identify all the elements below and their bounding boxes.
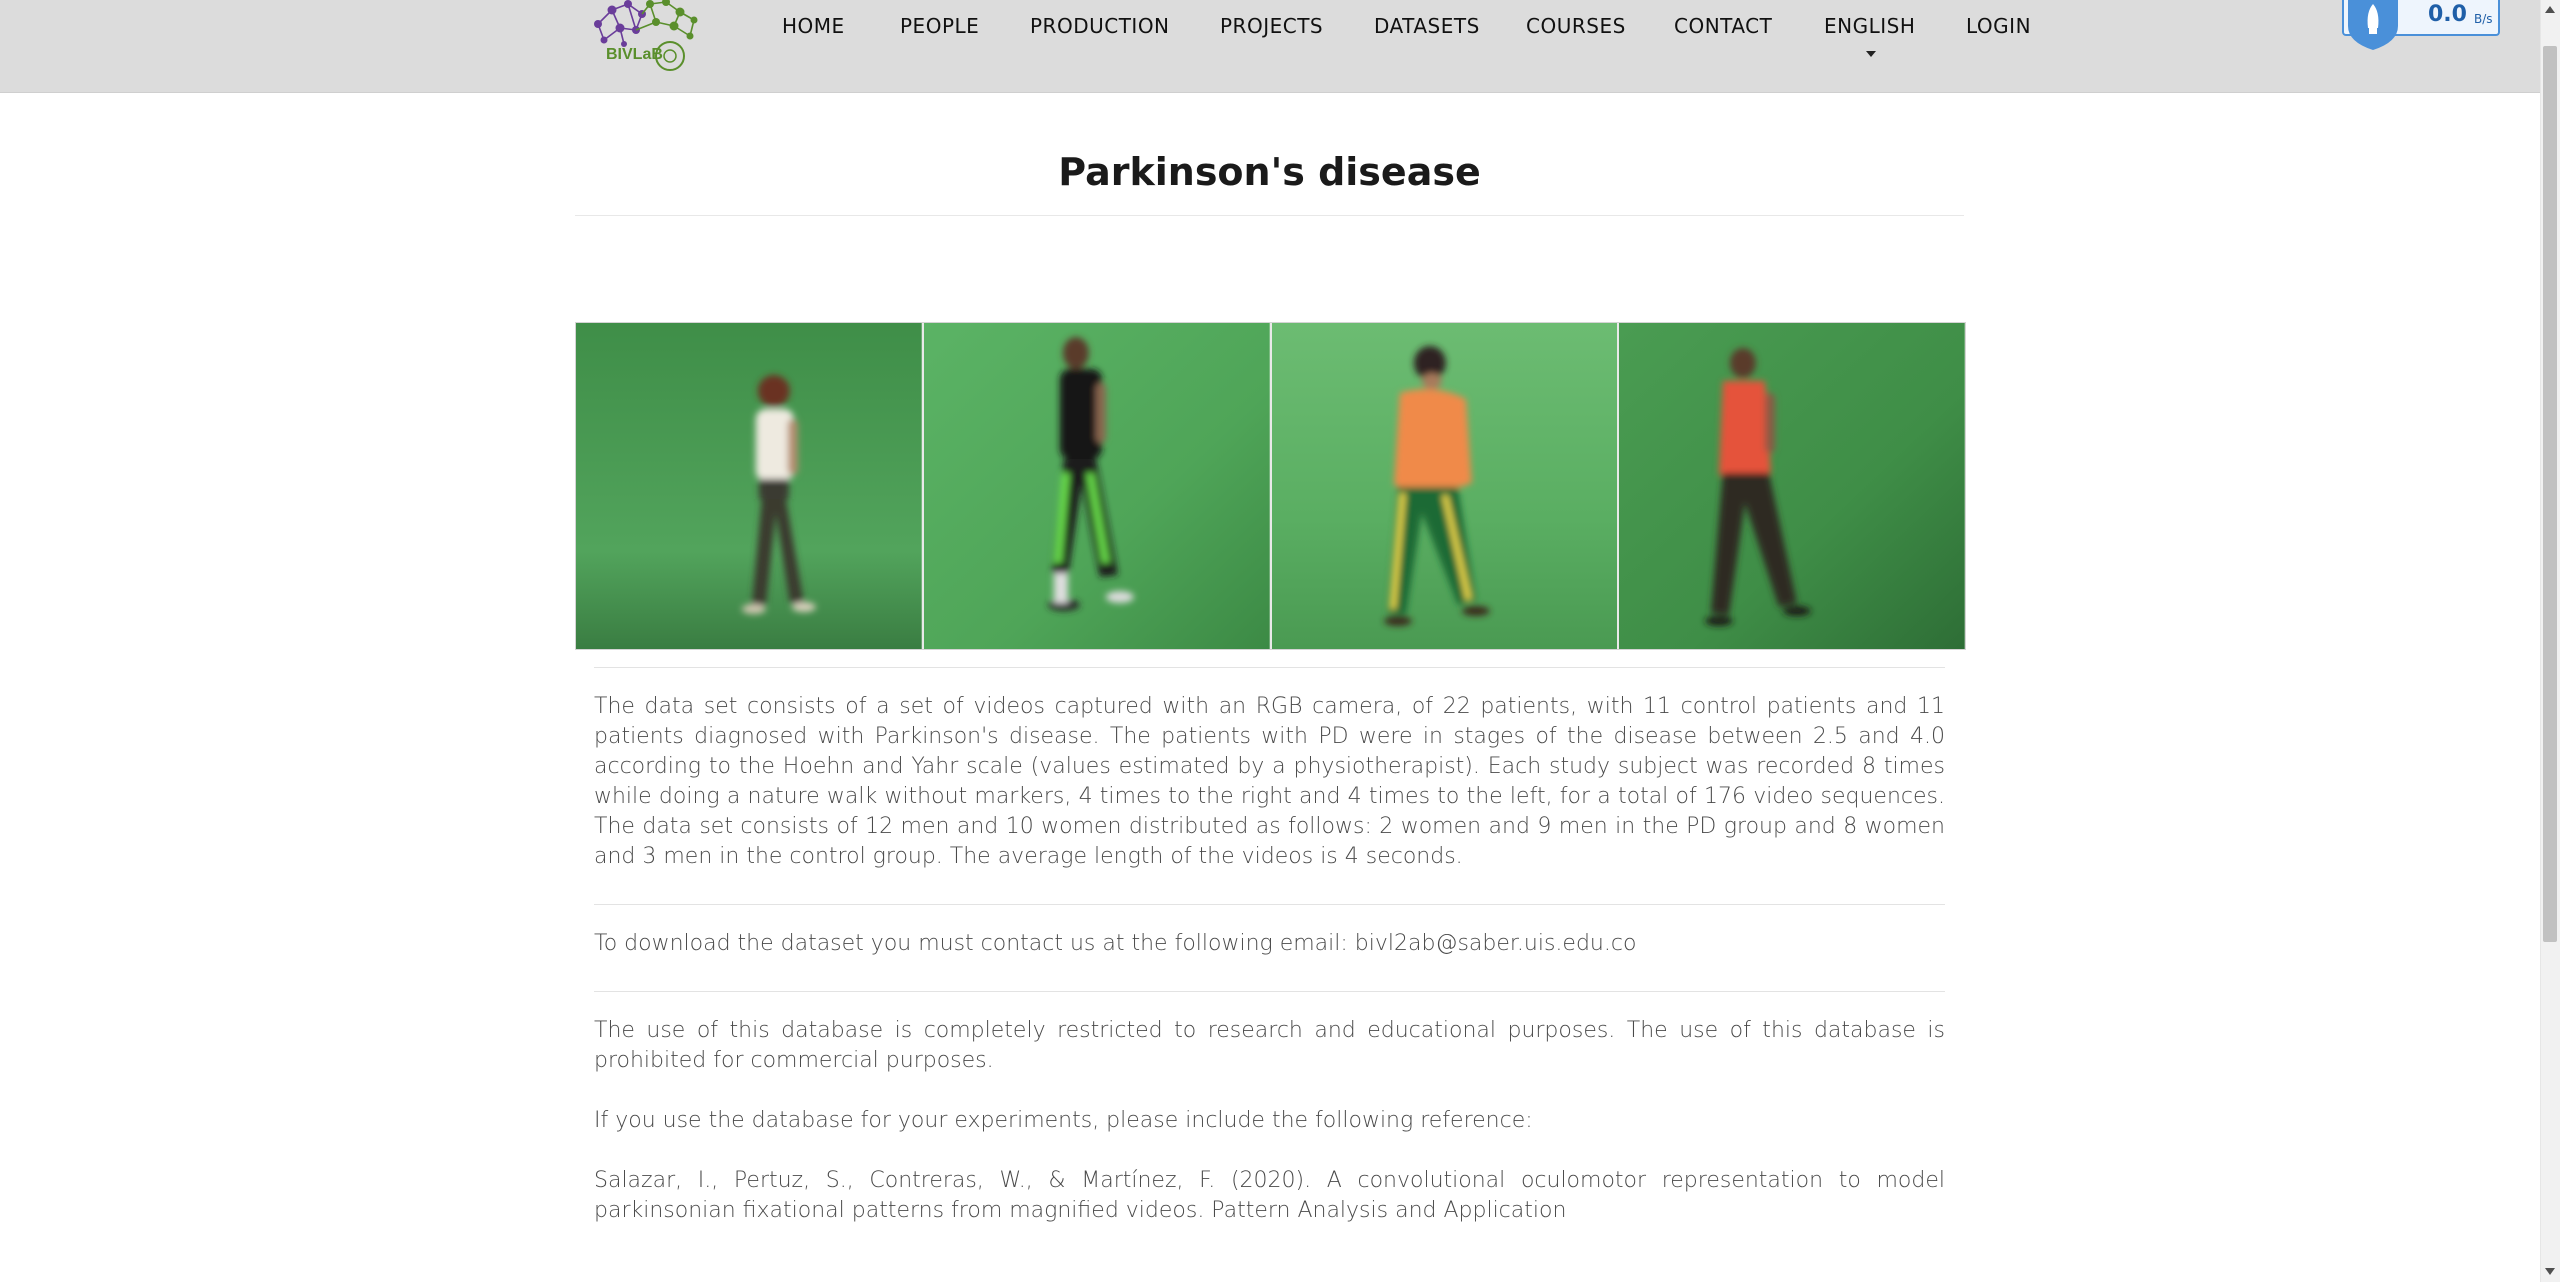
speed-value: 0.0 — [2428, 2, 2467, 27]
nav-language-dropdown[interactable]: ENGLISH — [1824, 14, 1915, 38]
rocket-shield-icon — [2348, 0, 2398, 50]
top-navbar: BIVLaB HOME PEOPLE PRODUCTION PROJECTS D… — [0, 0, 2540, 93]
section-divider — [594, 667, 1945, 668]
gallery-photo-1[interactable] — [576, 323, 922, 649]
usage-restriction: The use of this database is completely r… — [594, 1018, 1945, 1073]
nav-courses[interactable]: COURSES — [1526, 14, 1626, 38]
speed-unit: B/s — [2474, 12, 2493, 26]
walking-woman-white-shirt-photo — [576, 323, 922, 649]
page-title: Parkinson's disease — [1058, 150, 1481, 194]
nav-production[interactable]: PRODUCTION — [1030, 14, 1170, 38]
nav-contact[interactable]: CONTACT — [1674, 14, 1772, 38]
scrollbar-thumb[interactable] — [2543, 46, 2557, 942]
nav-projects[interactable]: PROJECTS — [1220, 14, 1323, 38]
download-instructions: To download the dataset you must contact… — [594, 931, 1637, 956]
gallery-photo-3[interactable] — [1269, 323, 1618, 649]
scroll-up-arrow-icon[interactable] — [2545, 6, 2555, 13]
section-divider — [594, 904, 1945, 905]
image-gallery — [575, 322, 1966, 650]
scroll-down-arrow-icon[interactable] — [2545, 1268, 2555, 1275]
walking-man-black-shirt-photo — [923, 323, 1270, 649]
nav-home[interactable]: HOME — [782, 14, 845, 38]
gallery-photo-4[interactable] — [1617, 323, 1965, 649]
network-logo-icon — [594, 0, 698, 71]
section-divider — [594, 991, 1945, 992]
walking-woman-orange-shirt-photo — [1271, 323, 1618, 649]
dataset-description: The data set consists of a set of videos… — [594, 694, 1945, 869]
nav-login[interactable]: LOGIN — [1966, 14, 2031, 38]
nav-people[interactable]: PEOPLE — [900, 14, 979, 38]
logo-text: BIVLaB — [606, 46, 663, 63]
nav-datasets[interactable]: DATASETS — [1374, 14, 1480, 38]
walking-man-red-shirt-photo — [1619, 323, 1965, 649]
reference-intro: If you use the database for your experim… — [594, 1108, 1533, 1133]
gallery-photo-2[interactable] — [921, 323, 1270, 649]
caret-down-icon — [1866, 51, 1876, 57]
bivlab-logo[interactable]: BIVLaB — [590, 0, 716, 76]
citation-reference: Salazar, I., Pertuz, S., Contreras, W., … — [594, 1168, 1945, 1223]
title-divider — [575, 215, 1964, 216]
